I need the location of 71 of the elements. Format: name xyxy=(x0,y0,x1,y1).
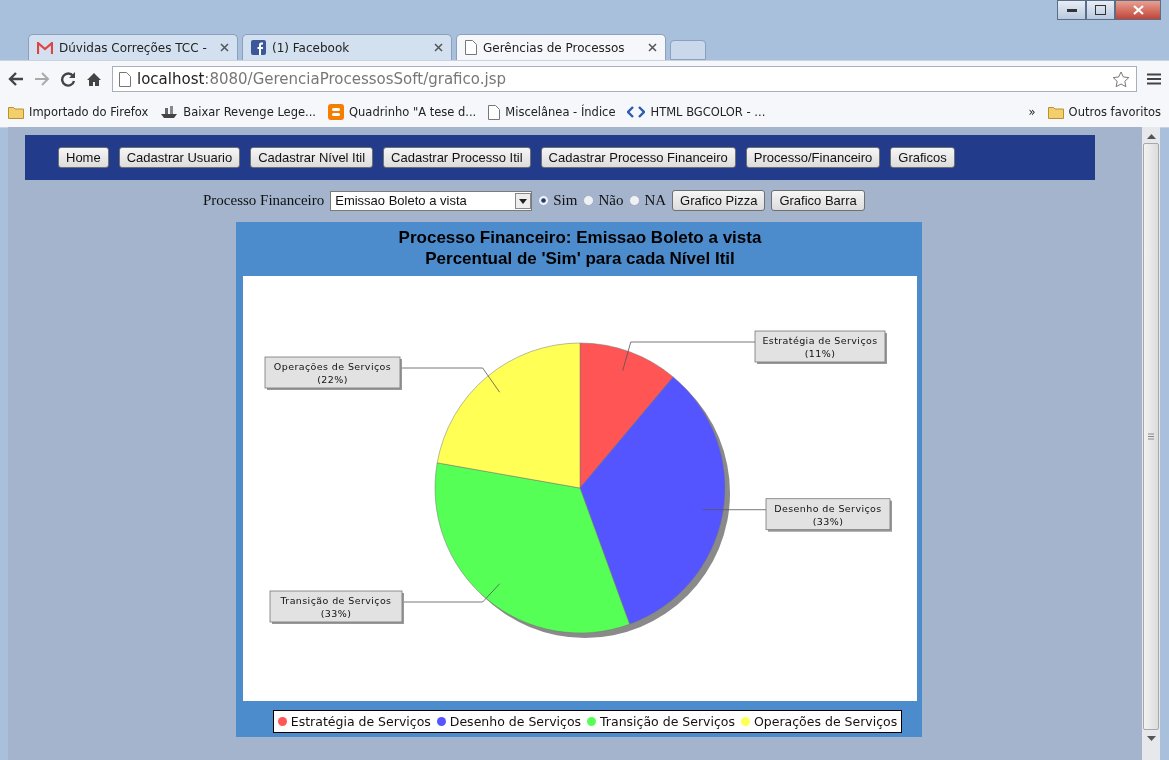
menu-icon[interactable] xyxy=(1147,73,1161,85)
legend-label: Estratégia de Serviços xyxy=(290,714,431,729)
star-icon[interactable] xyxy=(1112,70,1130,88)
bookmark[interactable]: Miscelânea - Índice xyxy=(488,104,616,120)
browser-tab[interactable]: Dúvidas Correções TCC - xyxy=(28,34,238,60)
folder-icon xyxy=(8,105,24,119)
bookmark[interactable]: Quadrinho "A tese d... xyxy=(328,104,477,120)
close-icon[interactable] xyxy=(434,43,443,52)
address-field[interactable]: localhost:8080/GerenciaProcessosSoft/grafico.jsp xyxy=(112,66,1137,92)
field-label: Processo Financeiro xyxy=(203,192,325,209)
leader-line xyxy=(702,509,767,511)
nav-button[interactable]: Processo/Financeiro xyxy=(745,147,881,168)
bookmark-folder[interactable]: Outros favoritos xyxy=(1047,105,1161,119)
radio-option[interactable]: Não xyxy=(583,192,624,209)
process-dropdown[interactable]: Emissao Boleto a vista xyxy=(330,190,533,211)
data-label: (33%) xyxy=(320,608,352,619)
nav-button[interactable]: Cadastrar Usuario xyxy=(118,147,241,168)
reload-icon[interactable] xyxy=(60,71,76,87)
slice-label: Desenho de Serviços (33%) xyxy=(765,498,892,532)
code-icon xyxy=(627,106,646,118)
slice-label: Transição de Serviços (33%) xyxy=(269,590,404,624)
home-icon[interactable] xyxy=(86,71,102,87)
close-icon[interactable] xyxy=(220,43,229,52)
minimize-icon xyxy=(1066,8,1077,12)
nav-button[interactable]: Home xyxy=(58,147,109,168)
bookmark[interactable]: HTML BGCOLOR - ... xyxy=(627,105,766,119)
legend-label: Transição de Serviços xyxy=(600,714,735,729)
bookmark[interactable]: Baixar Revenge Lege... xyxy=(160,105,316,119)
nav-button[interactable]: Cadastrar Processo Financeiro xyxy=(540,147,736,168)
slice-label: Transição de Serviços xyxy=(279,595,392,606)
social-icon xyxy=(251,40,266,55)
scroll-up-icon[interactable] xyxy=(1146,133,1156,139)
chart-title: Processo Financeiro: Emissao Boleto a vista Percentual de 'Sim' para cada Nível Itil xyxy=(397,227,763,270)
close-icon xyxy=(1132,5,1144,15)
overflow-chevron[interactable]: » xyxy=(1028,105,1036,119)
browser-tab[interactable]: (1) Facebook xyxy=(242,34,452,60)
nav-button[interactable]: Graficos xyxy=(890,147,955,168)
grip-icon xyxy=(1148,433,1154,440)
blog-icon xyxy=(328,104,344,120)
slice-label: Estratégia de Serviços (11%) xyxy=(754,330,887,364)
scrollbar[interactable] xyxy=(1142,127,1160,760)
data-label: (33%) xyxy=(812,515,844,527)
close-icon[interactable] xyxy=(648,43,657,52)
browser-tab[interactable]: Gerências de Processos xyxy=(456,34,666,60)
radio-option[interactable]: NA xyxy=(629,192,667,209)
slice-label: Desenho de Serviços xyxy=(774,502,882,514)
nav-button[interactable]: Cadastrar Processo Itil xyxy=(383,147,531,168)
page-icon xyxy=(465,40,477,55)
slice-label: Estratégia de Serviços xyxy=(762,335,878,346)
maximize-button[interactable] xyxy=(1086,0,1115,20)
page-icon xyxy=(119,71,131,87)
data-label: (11%) xyxy=(804,348,836,359)
page-icon xyxy=(488,104,501,120)
ship-icon xyxy=(160,105,179,119)
radio-option[interactable]: Sim xyxy=(538,192,578,209)
minimize-button[interactable] xyxy=(1057,0,1086,20)
back-icon[interactable] xyxy=(8,72,24,86)
data-label: (22%) xyxy=(317,374,348,385)
nav-button[interactable]: Cadastrar Nível Itil xyxy=(250,147,374,168)
chart-button[interactable]: Grafico Pizza xyxy=(672,190,766,211)
legend-label: Desenho de Serviços xyxy=(449,714,582,729)
maximize-icon xyxy=(1095,5,1106,15)
slice-label: Operações de Serviços (22%) xyxy=(264,356,402,390)
close-button[interactable] xyxy=(1115,0,1161,20)
chart-button[interactable]: Grafico Barra xyxy=(771,190,865,211)
bookmark[interactable]: Importado do Firefox xyxy=(8,105,149,119)
scroll-down-icon[interactable] xyxy=(1146,736,1156,742)
slice-label: Operações de Serviços xyxy=(273,361,392,372)
legend-label: Operações de Serviços xyxy=(754,714,898,729)
mail-icon xyxy=(37,41,53,54)
folder-icon xyxy=(1047,105,1064,119)
